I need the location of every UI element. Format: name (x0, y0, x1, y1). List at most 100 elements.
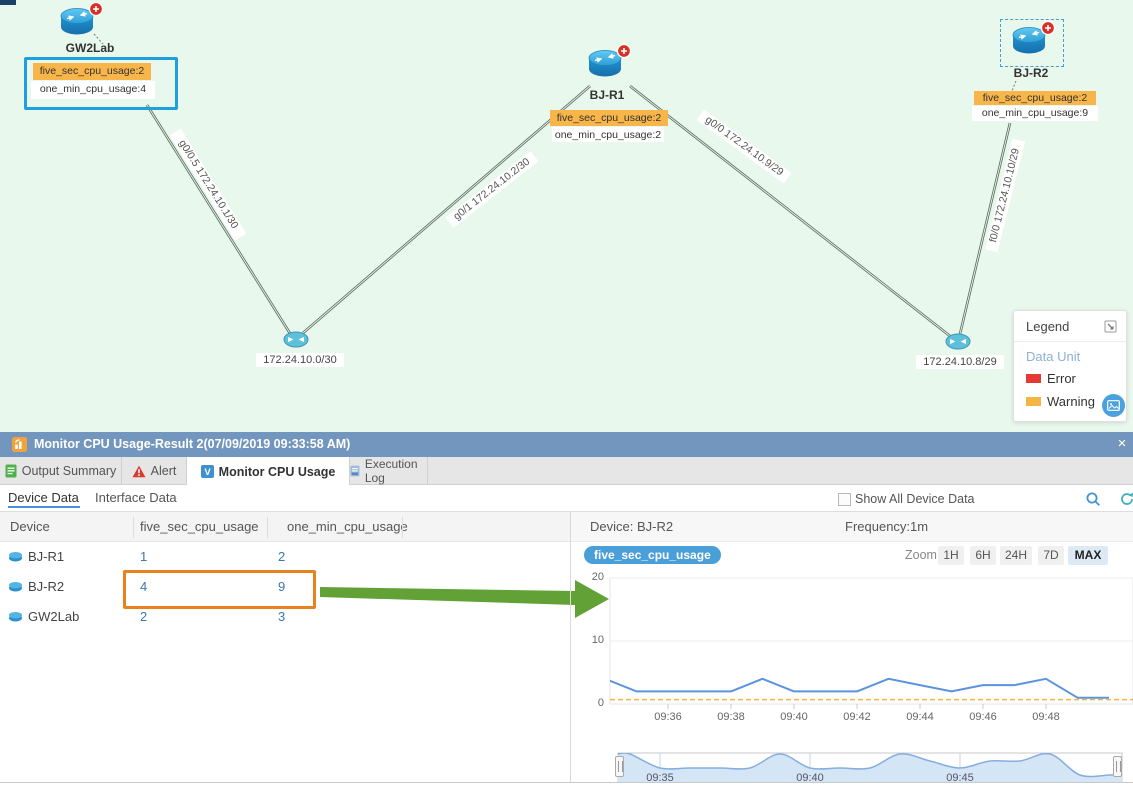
legend-error-label: Error (1047, 371, 1076, 386)
device-icon (9, 612, 22, 622)
legend-section-title: Data Unit (1026, 349, 1081, 364)
series-pill-five-sec[interactable]: five_sec_cpu_usage (584, 546, 721, 564)
svg-text:V: V (204, 467, 211, 478)
legend-title: Legend (1026, 319, 1070, 334)
execution-log-icon (350, 465, 360, 477)
error-badge (1040, 21, 1056, 36)
column-header-device[interactable]: Device (10, 519, 50, 534)
link-bjr1-lan2[interactable] (629, 84, 951, 338)
tab-label: Monitor CPU Usage (218, 464, 336, 479)
node-label-gw2lab: GW2Lab (65, 41, 115, 55)
zoom-button-max[interactable]: MAX (1068, 546, 1108, 565)
node-label-bjr2: BJ-R2 (1013, 66, 1049, 80)
column-divider (133, 517, 134, 538)
five-sec-value: 1 (140, 549, 148, 564)
x-axis-label: 09:40 (780, 711, 808, 723)
legend-item-error: Error (1026, 371, 1076, 386)
show-all-device-data-checkbox[interactable] (838, 493, 851, 506)
y-axis-label-10: 10 (591, 634, 604, 646)
legend-expand-icon[interactable] (1104, 320, 1117, 333)
x-axis-label: 09:46 (969, 711, 997, 723)
column-divider (267, 517, 268, 538)
x-axis-label: 09:36 (654, 711, 682, 723)
device-table-header (0, 512, 570, 542)
five-sec-value: 2 (140, 609, 148, 624)
tab-output-summary[interactable]: Output Summary (0, 457, 122, 485)
x-axis-label: 09:44 (906, 711, 934, 723)
chart-gridlines (610, 577, 1133, 642)
interface-label-gw2lab: g0/0.5 172.24.10.1/30 (169, 128, 247, 241)
detail-device-label: Device: BJ-R2 (590, 519, 674, 534)
error-badge (88, 2, 104, 17)
legend-warning-label: Warning (1047, 394, 1095, 409)
device-name: GW2Lab (28, 609, 80, 624)
refresh-icon[interactable] (1119, 491, 1133, 507)
navigator-time-label: 09:45 (946, 772, 974, 782)
column-divider (402, 517, 403, 538)
close-icon[interactable]: × (1114, 435, 1130, 452)
navigator-time-label: 09:40 (796, 772, 824, 782)
zoom-button-7d[interactable]: 7D (1038, 546, 1064, 565)
metric-one-min-gw2lab: one_min_cpu_usage:4 (31, 81, 155, 99)
lan-segment-icon-right[interactable] (944, 332, 972, 351)
table-row-bjr1[interactable]: BJ-R1 1 2 (0, 542, 570, 572)
panel-bottom-divider (0, 782, 1133, 783)
qapp-result-icon (12, 437, 27, 452)
map-corner-artifact (0, 0, 16, 5)
zoom-button-1h[interactable]: 1H (938, 546, 964, 565)
search-icon[interactable] (1085, 491, 1101, 507)
subtab-interface-data[interactable]: Interface Data (95, 490, 177, 505)
node-label-bjr1: BJ-R1 (589, 88, 625, 102)
leader-line-bjr2 (1011, 80, 1017, 92)
tab-execution-log[interactable]: Execution Log (350, 457, 428, 485)
lan-label-right: 172.24.10.8/29 (916, 355, 1004, 369)
zoom-button-24h[interactable]: 24H (1000, 546, 1032, 565)
detail-frequency-label: Frequency:1m (845, 519, 929, 534)
link-gw2lab-lan[interactable] (145, 104, 293, 336)
interface-label-bjr1-right: g0/0 172.24.10.9/29 (696, 109, 792, 184)
column-header-one-min[interactable]: one_min_cpu_usage (287, 519, 408, 534)
result-window-title: Monitor CPU Usage-Result 2(07/09/2019 09… (34, 437, 351, 451)
device-name: BJ-R1 (28, 549, 65, 564)
lan-segment-icon-left[interactable] (282, 330, 310, 349)
zoom-button-6h[interactable]: 6H (970, 546, 996, 565)
link-lan-bjr1[interactable] (302, 85, 591, 334)
tab-label: Execution Log (364, 457, 418, 485)
legend-divider (1014, 341, 1126, 342)
interface-label-bjr1-left: g0/1 172.24.10.2/30 (445, 151, 539, 228)
zoom-label: Zoom (905, 548, 937, 562)
plot-border (609, 577, 1133, 705)
navigator-time-label: 09:35 (646, 772, 674, 782)
navigator-left-handle[interactable] (615, 756, 624, 777)
router-icon-bjr1[interactable] (584, 44, 632, 84)
router-icon-gw2lab[interactable] (56, 2, 104, 42)
device-icon (9, 552, 22, 562)
x-axis-label: 09:42 (843, 711, 871, 723)
subtab-device-data[interactable]: Device Data (8, 490, 79, 505)
error-badge (616, 44, 632, 59)
image-icon (1107, 400, 1120, 411)
tab-monitor-cpu-usage[interactable]: V Monitor CPU Usage (187, 457, 350, 486)
device-icon (9, 582, 22, 592)
column-header-five-sec[interactable]: five_sec_cpu_usage (140, 519, 259, 534)
panel-vertical-divider (570, 512, 571, 782)
metric-five-sec-gw2lab: five_sec_cpu_usage:2 (33, 63, 151, 80)
error-color-swatch (1026, 374, 1041, 383)
result-window-titlebar: Monitor CPU Usage-Result 2(07/09/2019 09… (0, 432, 1133, 457)
one-min-value: 3 (278, 609, 286, 624)
qapp-icon: V (200, 465, 214, 478)
x-axis-ticks (667, 704, 1047, 709)
topology-map-canvas[interactable]: GW2Lab five_sec_cpu_usage:2 one_min_cpu_… (0, 0, 1133, 432)
device-name: BJ-R2 (28, 579, 65, 594)
router-icon-bjr2[interactable] (1008, 21, 1056, 61)
cpu-usage-line (610, 677, 1109, 699)
tab-alert[interactable]: Alert (122, 457, 187, 485)
tab-label: Alert (150, 464, 177, 478)
show-all-device-data-label: Show All Device Data (855, 492, 975, 506)
navigator-right-handle[interactable] (1113, 756, 1122, 777)
metric-one-min-bjr2: one_min_cpu_usage:9 (972, 106, 1098, 121)
lan-label-left: 172.24.10.0/30 (256, 353, 344, 367)
annotation-orange-rect (123, 570, 316, 609)
map-action-button[interactable] (1102, 394, 1125, 417)
x-axis-label: 09:48 (1032, 711, 1060, 723)
